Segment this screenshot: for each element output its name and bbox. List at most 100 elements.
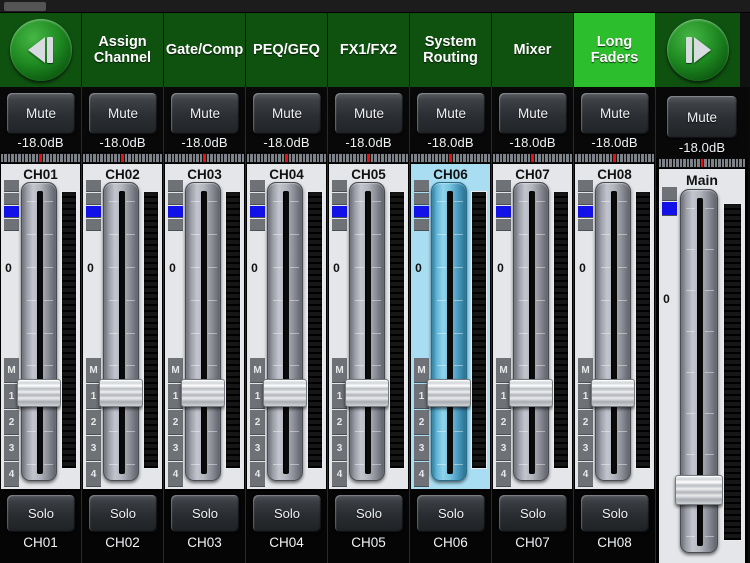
meter-segment bbox=[725, 159, 728, 167]
meter-segment bbox=[267, 154, 271, 162]
tab-assign-channel[interactable]: Assign Channel bbox=[82, 13, 164, 87]
fader-track[interactable] bbox=[513, 182, 549, 481]
scale-marker-selected bbox=[662, 202, 677, 216]
scale-block-label: 4 bbox=[336, 468, 343, 480]
fader-track[interactable] bbox=[185, 182, 221, 481]
channel-strip[interactable]: Mute -18.0dB CH01 0 M 1 2 3 4 Solo CH01 bbox=[0, 87, 82, 563]
pan-position-meter[interactable] bbox=[329, 153, 408, 163]
fader-handle[interactable] bbox=[675, 475, 723, 505]
pan-position-meter[interactable] bbox=[83, 153, 162, 163]
fader-handle[interactable] bbox=[591, 379, 635, 407]
mute-button[interactable]: Mute bbox=[581, 93, 649, 134]
channel-strip[interactable]: Mute -18.0dB CH04 0 M 1 2 3 4 Solo CH04 bbox=[246, 87, 328, 563]
tab-long-faders[interactable]: Long Faders bbox=[574, 13, 656, 87]
meter-segment bbox=[398, 154, 402, 162]
scale-marker bbox=[414, 193, 429, 205]
mute-zone: Mute -18.0dB bbox=[328, 87, 409, 152]
mute-button[interactable]: Mute bbox=[499, 93, 567, 134]
fader-tick bbox=[273, 233, 282, 235]
mute-button[interactable]: Mute bbox=[253, 93, 321, 134]
fader-tick bbox=[290, 299, 299, 301]
channel-strip[interactable]: Mute -18.0dB CH06 0 M 1 2 3 4 Solo CH06 bbox=[410, 87, 492, 563]
solo-button[interactable]: Solo bbox=[89, 495, 157, 532]
fader-track[interactable] bbox=[21, 182, 57, 481]
mute-button[interactable]: Mute bbox=[171, 93, 239, 134]
scale-block: 3 bbox=[250, 436, 265, 461]
solo-button[interactable]: Solo bbox=[171, 495, 239, 532]
channel-strip[interactable]: Mute -18.0dB CH02 0 M 1 2 3 4 Solo CH02 bbox=[82, 87, 164, 563]
fader-track[interactable] bbox=[349, 182, 385, 481]
fader-slot bbox=[201, 191, 207, 474]
mute-button[interactable]: Mute bbox=[7, 93, 75, 134]
fader-tick bbox=[208, 233, 217, 235]
fader-handle[interactable] bbox=[263, 379, 307, 407]
fader-track[interactable] bbox=[595, 182, 631, 481]
tab-peq-geq[interactable]: PEQ/GEQ bbox=[246, 13, 328, 87]
mute-button[interactable]: Mute bbox=[89, 93, 157, 134]
meter-segment bbox=[356, 154, 360, 162]
channel-strip[interactable]: Mute -18.0dB CH05 0 M 1 2 3 4 Solo CH05 bbox=[328, 87, 410, 563]
solo-button[interactable]: Solo bbox=[335, 495, 403, 532]
meter-segment bbox=[585, 154, 588, 162]
fader-tick bbox=[273, 365, 282, 367]
channel-strip[interactable]: Mute -18.0dB CH07 0 M 1 2 3 4 Solo CH07 bbox=[492, 87, 574, 563]
tab-fx1-fx2[interactable]: FX1/FX2 bbox=[328, 13, 410, 87]
channel-strip[interactable]: Mute -18.0dB CH08 0 M 1 2 3 4 Solo CH08 bbox=[574, 87, 656, 563]
meter-segment bbox=[206, 154, 210, 162]
main-mute-button[interactable]: Mute bbox=[667, 96, 737, 138]
tab-system-routing[interactable]: System Routing bbox=[410, 13, 492, 87]
previous-page-icon bbox=[9, 19, 72, 81]
fader-panel: CH03 0 M 1 2 3 4 bbox=[165, 164, 244, 489]
pan-position-meter[interactable] bbox=[493, 153, 572, 163]
fader-tick bbox=[686, 331, 695, 332]
pan-position-meter[interactable] bbox=[575, 153, 654, 163]
mute-zone: Mute -18.0dB bbox=[656, 87, 748, 158]
meter-segment bbox=[548, 154, 552, 162]
fader-handle[interactable] bbox=[345, 379, 389, 407]
fader-tick bbox=[126, 332, 135, 334]
solo-button[interactable]: Solo bbox=[7, 495, 75, 532]
fader-track[interactable] bbox=[431, 182, 467, 481]
fader-track[interactable] bbox=[103, 182, 139, 481]
fader-tick bbox=[372, 365, 381, 367]
fader-handle[interactable] bbox=[427, 379, 471, 407]
scale-block: 3 bbox=[496, 436, 511, 461]
pan-position-meter[interactable] bbox=[1, 153, 80, 163]
scale-block-label: 1 bbox=[336, 390, 343, 402]
fader-tick bbox=[372, 431, 381, 433]
scale-block-label: 1 bbox=[418, 390, 425, 402]
pan-position-meter[interactable] bbox=[165, 153, 244, 163]
solo-button[interactable]: Solo bbox=[417, 495, 485, 532]
mute-button[interactable]: Mute bbox=[417, 93, 485, 134]
meter-segment bbox=[424, 154, 428, 162]
tab-mixer[interactable]: Mixer bbox=[492, 13, 574, 87]
channel-strip[interactable]: Mute -18.0dB CH03 0 M 1 2 3 4 Solo CH03 bbox=[164, 87, 246, 563]
solo-button[interactable]: Solo bbox=[581, 495, 649, 532]
meter-segment bbox=[477, 154, 480, 162]
fader-tick bbox=[27, 266, 36, 268]
nav-prev-button[interactable] bbox=[0, 13, 82, 87]
gain-readout: -18.0dB bbox=[345, 135, 392, 150]
meter-segment bbox=[156, 154, 159, 162]
fader-handle[interactable] bbox=[99, 379, 143, 407]
fader-tick bbox=[519, 332, 528, 334]
tab-gate-comp[interactable]: Gate/Comp bbox=[164, 13, 246, 87]
solo-button[interactable]: Solo bbox=[253, 495, 321, 532]
scale-marker bbox=[578, 180, 593, 192]
pan-position-meter[interactable] bbox=[659, 158, 745, 168]
fader-track[interactable] bbox=[267, 182, 303, 481]
meter-segment bbox=[335, 154, 339, 162]
fader-tick bbox=[686, 454, 695, 455]
scale-block: 4 bbox=[250, 462, 265, 487]
main-strip[interactable]: Mute-18.0dBMain0Main bbox=[656, 87, 748, 563]
pan-position-meter[interactable] bbox=[411, 153, 490, 163]
pan-position-meter[interactable] bbox=[247, 153, 326, 163]
nav-next-button[interactable] bbox=[656, 13, 740, 87]
fader-handle[interactable] bbox=[17, 379, 61, 407]
solo-button[interactable]: Solo bbox=[499, 495, 567, 532]
meter-segment bbox=[395, 154, 398, 162]
mute-button[interactable]: Mute bbox=[335, 93, 403, 134]
meter-segment bbox=[662, 159, 665, 167]
fader-handle[interactable] bbox=[181, 379, 225, 407]
fader-handle[interactable] bbox=[509, 379, 553, 407]
